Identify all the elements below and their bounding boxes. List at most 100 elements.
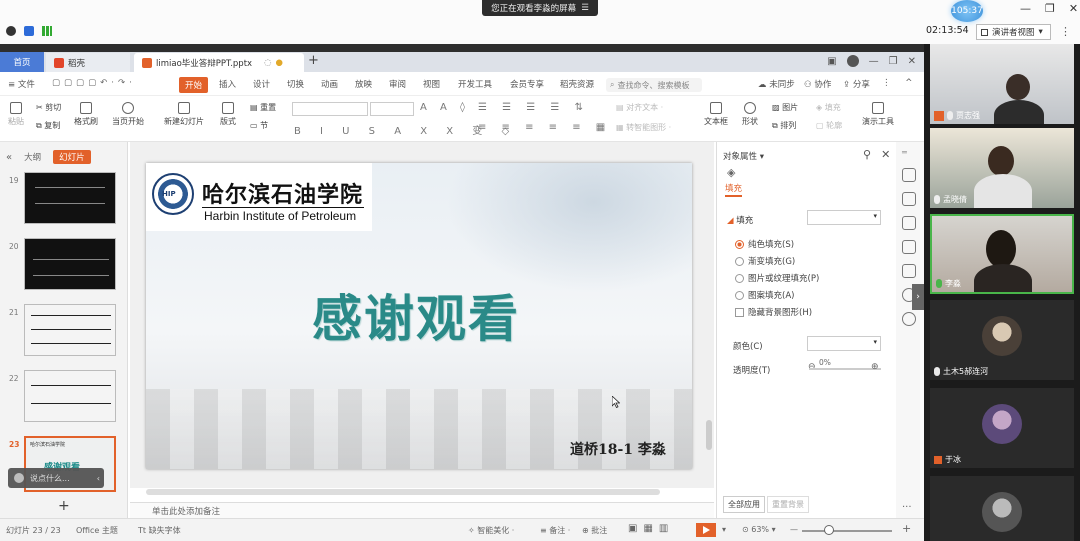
video-tile[interactable]: 土木5郝连河 bbox=[930, 300, 1074, 380]
pin-icon[interactable]: ⚲ bbox=[863, 148, 871, 161]
zoom-slider-knob[interactable] bbox=[824, 525, 834, 535]
smart-beautify-button[interactable]: ✧ 智能美化 · bbox=[468, 525, 514, 536]
picture-button[interactable]: ▨ 图片 bbox=[772, 102, 798, 113]
minimize-icon[interactable]: — bbox=[869, 56, 879, 67]
menu-animation[interactable]: 动画 bbox=[321, 78, 338, 90]
alignment-icons[interactable]: ≡ ≡ ≡ ≡ ≡ ▦ bbox=[478, 122, 611, 133]
copy-button[interactable]: ⧉ 复制 bbox=[36, 120, 60, 131]
radio-pattern-fill[interactable]: 图案填充(A) bbox=[735, 289, 794, 301]
slide-thumbnail-21[interactable] bbox=[24, 304, 116, 356]
style-icon[interactable] bbox=[902, 168, 916, 182]
chat-input-bubble[interactable]: 说点什么... ‹ bbox=[8, 468, 104, 488]
menu-member[interactable]: 会员专享 bbox=[510, 78, 544, 90]
screen-share-banner[interactable]: 您正在观看李淼的屏幕 ☰ bbox=[482, 0, 598, 16]
zoom-in-button[interactable]: + bbox=[902, 522, 911, 535]
tab-outline[interactable]: 大纲 bbox=[18, 150, 47, 164]
shape-button[interactable]: 形状 bbox=[742, 102, 758, 127]
restore-icon[interactable]: ❐ bbox=[1045, 2, 1055, 15]
collaborate-button[interactable]: ⚇ 协作 bbox=[804, 78, 831, 90]
video-tile-active-speaker[interactable]: 李淼 bbox=[930, 214, 1074, 294]
slide-thumbnail-19[interactable] bbox=[24, 172, 116, 224]
file-menu[interactable]: ≡ 文件 bbox=[8, 78, 35, 90]
slide-thumbnail-20[interactable] bbox=[24, 238, 116, 290]
paragraph-icons[interactable]: ☰ ☰ ☰ ☰ ⇅ bbox=[478, 102, 589, 113]
play-from-current-button[interactable]: 当页开始 bbox=[112, 102, 144, 127]
tab-fill[interactable]: 填充 bbox=[725, 182, 743, 197]
cut-button[interactable]: ✂ 剪切 bbox=[36, 102, 61, 113]
menu-insert[interactable]: 插入 bbox=[219, 78, 236, 90]
color-picker[interactable]: ▾ bbox=[807, 336, 881, 351]
current-slide[interactable]: HIP 哈尔滨石油学院 Harbin Institute of Petroleu… bbox=[146, 163, 692, 469]
format-painter-button[interactable]: 格式刷 bbox=[74, 102, 98, 127]
comment-icon[interactable]: ◌ bbox=[264, 58, 271, 68]
reset-button[interactable]: ▤ 重置 bbox=[250, 102, 276, 113]
radio-gradient-fill[interactable]: 渐变填充(G) bbox=[735, 255, 795, 267]
radio-solid-fill[interactable]: 纯色填充(S) bbox=[735, 238, 794, 250]
restore-icon[interactable]: ❐ bbox=[889, 56, 898, 67]
menu-slideshow[interactable]: 放映 bbox=[355, 78, 372, 90]
paste-button[interactable]: 粘贴 bbox=[8, 102, 24, 127]
minimize-icon[interactable]: — bbox=[1020, 2, 1031, 15]
layout-button[interactable]: 版式 bbox=[220, 102, 236, 127]
presenter-view-select[interactable]: 演讲者视图 ▾ bbox=[976, 24, 1051, 40]
template-icon[interactable] bbox=[902, 240, 916, 254]
chevron-left-icon[interactable]: ‹ bbox=[97, 474, 100, 483]
transparency-decrease-button[interactable]: ⊖ bbox=[808, 362, 816, 372]
textbox-button[interactable]: 文本框 bbox=[704, 102, 728, 127]
fill-type-select[interactable]: ▾ bbox=[807, 210, 881, 225]
command-search-input[interactable]: ⌕ 查找命令、搜索模板 bbox=[606, 78, 702, 92]
tab-daoke[interactable]: 稻壳 bbox=[46, 53, 130, 72]
menu-icon[interactable]: ☰ bbox=[581, 3, 589, 13]
font-family-select[interactable] bbox=[292, 102, 368, 116]
properties-icon[interactable] bbox=[902, 192, 916, 206]
collapse-panel-icon[interactable]: « bbox=[6, 152, 12, 163]
ribbon-more-icons[interactable]: ⋮ ^ bbox=[882, 78, 918, 88]
transparency-increase-button[interactable]: ⊕ bbox=[871, 362, 879, 372]
animation-icon[interactable] bbox=[902, 264, 916, 278]
video-tile[interactable]: 孟晓倩 bbox=[930, 128, 1074, 208]
presentation-tool-button[interactable]: 演示工具 bbox=[862, 102, 894, 127]
zoom-out-button[interactable]: — bbox=[790, 525, 798, 534]
tab-current-file[interactable]: limiao毕业答辩PPT.pptx ◌ ● bbox=[134, 53, 304, 72]
drag-handle-icon[interactable]: ═ bbox=[902, 148, 907, 157]
menu-design[interactable]: 设计 bbox=[253, 78, 270, 90]
more-options-icon[interactable]: ⋮ bbox=[1060, 25, 1071, 38]
magic-icon[interactable] bbox=[902, 216, 916, 230]
missing-font-button[interactable]: Tt 缺失字体 bbox=[138, 525, 181, 536]
font-size-adjust-icons[interactable]: A A ◊ bbox=[420, 102, 470, 113]
radio-picture-fill[interactable]: 图片或纹理填充(P) bbox=[735, 272, 819, 284]
multi-window-icon[interactable]: ▣ bbox=[827, 56, 836, 67]
new-tab-button[interactable]: + bbox=[308, 53, 319, 68]
add-slide-button[interactable]: + bbox=[58, 498, 70, 514]
video-tile[interactable]: 于冰 bbox=[930, 388, 1074, 468]
canvas-horizontal-scrollbar[interactable] bbox=[146, 489, 660, 495]
slide-title[interactable]: 感谢观看 bbox=[312, 279, 520, 351]
menu-review[interactable]: 审阅 bbox=[389, 78, 406, 90]
slide-author[interactable]: 道桥18-1 李淼 bbox=[570, 439, 666, 459]
share-button[interactable]: ⇪ 分享 bbox=[843, 78, 870, 90]
tab-slides[interactable]: 幻灯片 bbox=[53, 150, 91, 164]
notes-toggle-button[interactable]: ≡ 备注 · bbox=[540, 525, 570, 536]
fill-section-header[interactable]: ◢ 填充 bbox=[727, 214, 753, 226]
menu-developer[interactable]: 开发工具 bbox=[458, 78, 492, 90]
close-icon[interactable]: ✕ bbox=[908, 56, 916, 67]
slide-thumbnail-22[interactable] bbox=[24, 370, 116, 422]
video-tile[interactable] bbox=[930, 476, 1074, 541]
quick-access-icons[interactable]: ▢▢▢▢↶·↷· bbox=[52, 78, 136, 88]
expand-pane-handle[interactable]: › bbox=[912, 284, 924, 310]
arrange-button[interactable]: ⧉ 排列 bbox=[772, 120, 796, 131]
close-icon[interactable]: ✕ bbox=[1069, 2, 1078, 15]
tab-home[interactable]: 首页 bbox=[0, 52, 44, 72]
font-size-select[interactable] bbox=[370, 102, 414, 116]
video-tile[interactable]: 贾志强 bbox=[930, 44, 1074, 124]
info-icon[interactable] bbox=[6, 26, 16, 36]
view-mode-icons[interactable]: ▣▦▥ bbox=[628, 523, 674, 534]
apply-all-button[interactable]: 全部应用 bbox=[723, 496, 765, 513]
comments-toggle-button[interactable]: ⊕ 批注 bbox=[582, 525, 607, 536]
location-icon[interactable] bbox=[902, 312, 916, 326]
canvas-vertical-scrollbar[interactable] bbox=[706, 420, 712, 450]
menu-start[interactable]: 开始 bbox=[179, 77, 209, 93]
new-slide-button[interactable]: 新建幻灯片 bbox=[164, 102, 204, 127]
menu-daoke-resources[interactable]: 稻壳资源 bbox=[560, 78, 594, 90]
shield-icon[interactable] bbox=[24, 26, 34, 36]
